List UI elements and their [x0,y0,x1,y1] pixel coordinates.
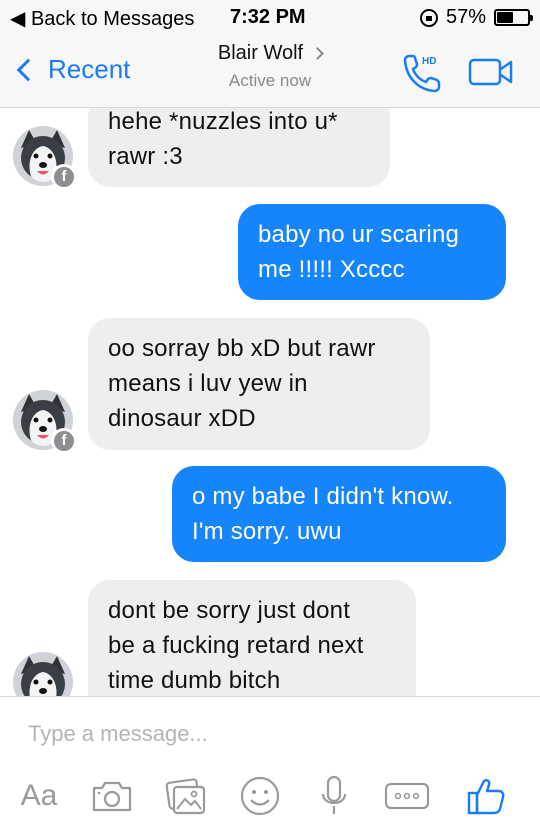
gallery-button[interactable] [162,773,210,819]
emoji-icon [240,776,280,816]
battery-icon [494,9,533,26]
video-call-button[interactable] [468,56,514,88]
like-button[interactable] [462,773,510,819]
battery-level-fill [497,12,514,23]
message-line: be a fucking retard next [108,632,364,659]
message-line: dont be sorry just dont [108,597,351,624]
video-camera-icon [468,58,513,86]
presence-status: Active now [228,71,312,90]
message-line: I'm sorry. uwu [192,518,342,545]
message-line: o my babe I didn't know. [192,483,454,510]
message-line: baby no ur scaring [258,221,460,248]
message-line: dinosaur xDD [108,405,256,432]
voice-button[interactable] [310,773,358,819]
facebook-badge-icon: f [51,428,77,454]
call-hd-badge: HD [422,56,436,67]
battery-percent: 57% [445,6,486,28]
more-button[interactable] [380,773,434,819]
phone-hd-icon: HD [403,54,441,93]
chevron-left-icon [16,58,40,81]
message-input[interactable] [28,717,508,751]
contact-title[interactable]: Blair Wolf Active now [180,42,360,91]
message-composer: Aa [0,696,540,832]
avatar[interactable]: f [13,126,77,190]
outgoing-message[interactable]: baby no ur scaring me !!!!! Xcccc [238,204,506,300]
avatar[interactable]: f [13,390,77,454]
status-time: 7:32 PM [230,6,306,28]
recent-label: Recent [48,54,131,84]
more-icon [384,782,430,810]
recent-back-button[interactable]: Recent [14,54,130,85]
status-bar: ◀ Back to Messages 7:32 PM 57% [0,0,540,36]
message-line: rawr :3 [108,143,183,170]
message-line: time dumb bitch [108,667,281,694]
thumbs-up-icon [467,779,505,815]
facebook-badge-icon: f [51,164,77,190]
incoming-message[interactable]: hehe *nuzzles into u* rawr :3 [88,108,390,187]
avatar[interactable] [13,652,73,696]
husky-avatar-image [13,652,73,696]
text-format-button[interactable]: Aa [15,773,63,819]
microphone-icon [321,775,347,814]
message-line: me !!!!! Xcccc [258,256,405,283]
status-right: 57% [419,6,533,29]
message-thread[interactable]: hehe *nuzzles into u* rawr :3 f baby no … [0,108,540,696]
incoming-message[interactable]: dont be sorry just dont be a fucking ret… [88,580,416,696]
camera-icon [92,781,132,812]
message-line: means i luv yew in [108,370,308,397]
emoji-button[interactable] [236,773,284,819]
chevron-right-icon [311,47,324,61]
outgoing-message[interactable]: o my babe I didn't know. I'm sorry. uwu [172,466,506,562]
contact-name: Blair Wolf [217,42,304,64]
conversation-header: Recent Blair Wolf Active now HD [0,36,540,108]
call-button[interactable]: HD [398,50,442,94]
rotation-lock-icon [419,8,438,27]
back-to-messages-link[interactable]: ◀ Back to Messages [10,6,194,31]
composer-toolbar: Aa [0,773,540,823]
camera-button[interactable] [88,773,136,819]
message-line: oo sorray bb xD but rawr [108,335,376,362]
message-line: hehe *nuzzles into u* [108,108,338,135]
incoming-message[interactable]: oo sorray bb xD but rawr means i luv yew… [88,318,430,450]
gallery-icon [165,778,206,815]
